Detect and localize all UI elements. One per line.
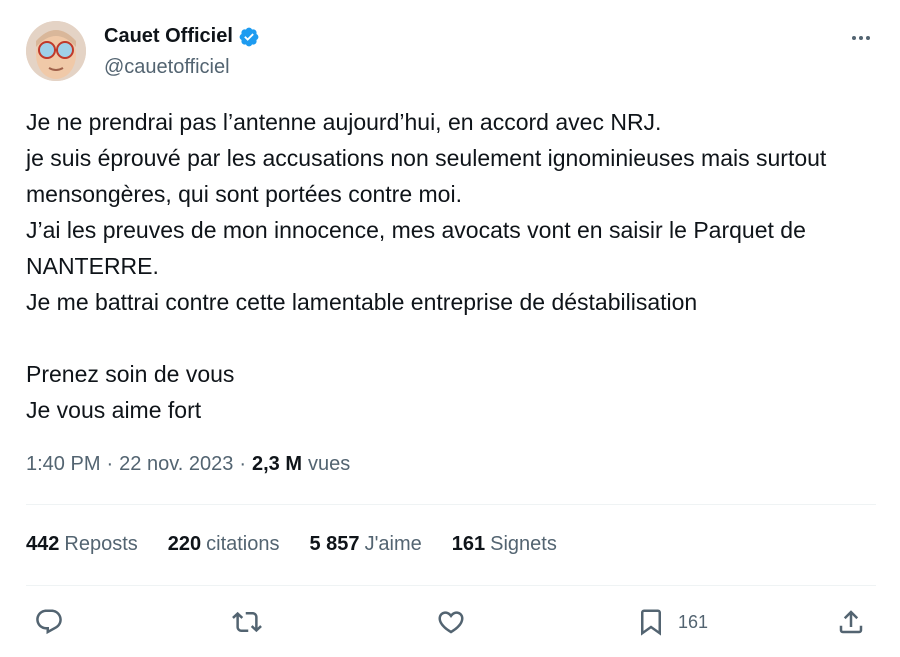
meta-separator: ·: [106, 453, 114, 475]
tweet-header: Cauet Officiel @cauetofficiel: [26, 21, 876, 85]
avatar[interactable]: [26, 21, 86, 81]
share-icon: [839, 610, 863, 634]
views-label: vues: [308, 453, 351, 475]
action-bar: 161: [26, 600, 876, 644]
like-button[interactable]: [436, 600, 466, 644]
divider: [26, 504, 876, 505]
quotes-label: citations: [206, 533, 280, 555]
more-icon[interactable]: [846, 27, 876, 49]
quotes-stat[interactable]: 220 citations: [168, 533, 280, 556]
name-row: Cauet Officiel: [104, 25, 260, 48]
bookmark-count: 161: [678, 611, 709, 632]
reposts-stat[interactable]: 442 Reposts: [26, 533, 138, 556]
like-icon: [438, 611, 464, 634]
tweet-text: Je ne prendrai pas l’antenne aujourd’hui…: [26, 109, 827, 423]
likes-stat[interactable]: 5 857 J'aime: [310, 533, 422, 556]
tweet-time[interactable]: 1:40 PM: [26, 453, 100, 476]
engagement-stats: 442 Reposts 220 citations 5 857 J'aime 161 S…: [26, 533, 587, 556]
bookmark-button[interactable]: 161: [636, 600, 708, 644]
divider: [26, 585, 876, 586]
bookmarks-label: Signets: [490, 533, 557, 555]
bookmark-icon: [641, 609, 661, 636]
tweet-meta: 1:40 PM · 22 nov. 2023 · 2,3 M vues: [26, 453, 350, 476]
likes-count: 5 857: [309, 533, 360, 555]
likes-label: J'aime: [364, 533, 422, 555]
views-count: 2,3 M: [252, 453, 303, 475]
quotes-count: 220: [167, 533, 202, 555]
tweet-detail: Cauet Officiel @cauetofficiel Je ne pren…: [0, 0, 900, 657]
repost-button[interactable]: [232, 600, 262, 644]
bookmarks-stat[interactable]: 161 Signets: [452, 533, 557, 556]
bookmarks-count: 161: [451, 533, 486, 555]
handle[interactable]: @cauetofficiel: [104, 56, 230, 79]
reply-icon: [36, 609, 62, 635]
reply-button[interactable]: [34, 600, 64, 644]
avatar-image: [26, 21, 86, 81]
reposts-count: 442: [26, 533, 60, 555]
verified-badge-icon[interactable]: [238, 26, 260, 48]
share-button[interactable]: [836, 600, 866, 644]
tweet-date[interactable]: 22 nov. 2023: [119, 453, 233, 476]
display-name[interactable]: Cauet Officiel: [104, 25, 233, 48]
reposts-label: Reposts: [64, 533, 138, 555]
repost-icon: [232, 611, 262, 633]
meta-separator: ·: [239, 453, 246, 475]
